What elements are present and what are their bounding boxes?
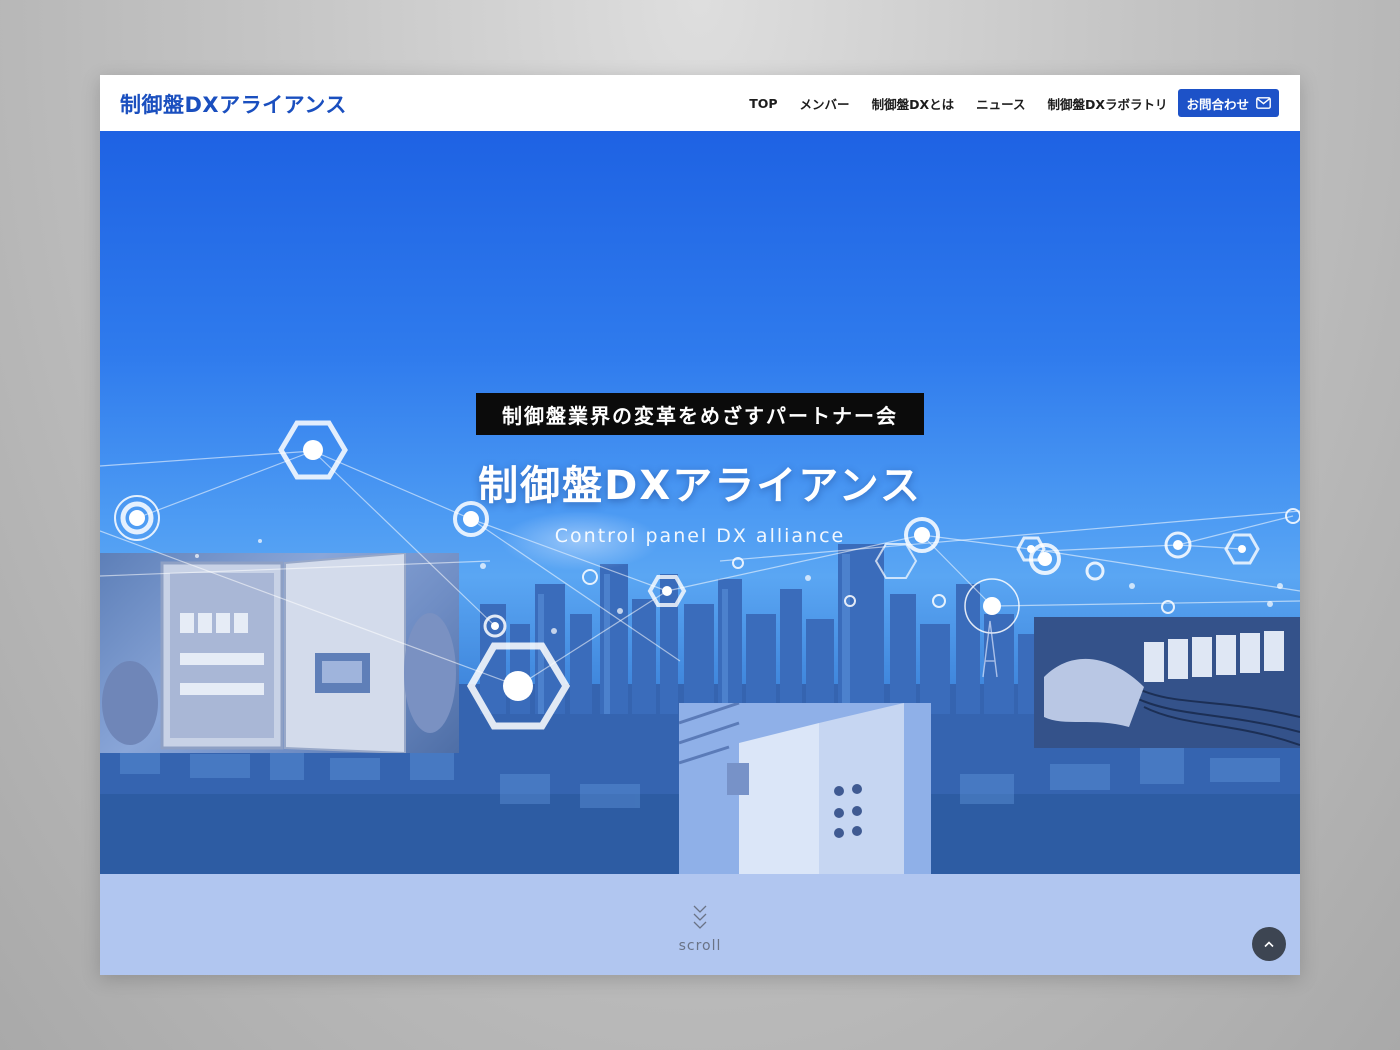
contact-button[interactable]: お問合わせ (1178, 89, 1279, 117)
scroll-indicator-band: scroll (100, 874, 1300, 975)
hexagon-node-large (466, 642, 571, 730)
back-to-top-button[interactable] (1252, 927, 1286, 961)
chevron-up-icon (1264, 941, 1274, 948)
nav-item-about[interactable]: 制御盤DXとは (872, 94, 955, 113)
nav-item-laboratory[interactable]: 制御盤DXラボラトリ (1047, 94, 1167, 113)
site-logo[interactable]: 制御盤DXアライアンス (120, 89, 347, 119)
chevrons-down-icon[interactable] (691, 904, 709, 932)
hero-tagline: 制御盤業界の変革をめざすパートナー会 (476, 393, 924, 435)
scroll-label[interactable]: scroll (100, 938, 1300, 954)
mail-icon (1256, 97, 1271, 109)
hero-subtitle: Control panel DX alliance (554, 525, 846, 547)
contact-button-label: お問合わせ (1186, 96, 1249, 112)
hero-section: 制御盤業界の変革をめざすパートナー会 制御盤DXアライアンス Control p… (100, 131, 1300, 874)
nav-item-top[interactable]: TOP (749, 96, 777, 111)
nav-item-news[interactable]: ニュース (976, 94, 1025, 113)
nav-item-members[interactable]: メンバー (800, 94, 850, 113)
site-header: 制御盤DXアライアンス TOP メンバー 制御盤DXとは ニュース 制御盤DXラ… (100, 75, 1300, 131)
hero-title: 制御盤DXアライアンス (478, 463, 922, 509)
browser-page: 制御盤DXアライアンス TOP メンバー 制御盤DXとは ニュース 制御盤DXラ… (100, 75, 1300, 975)
main-nav: TOP メンバー 制御盤DXとは ニュース 制御盤DXラボラトリ お問合わせ (749, 89, 1279, 117)
